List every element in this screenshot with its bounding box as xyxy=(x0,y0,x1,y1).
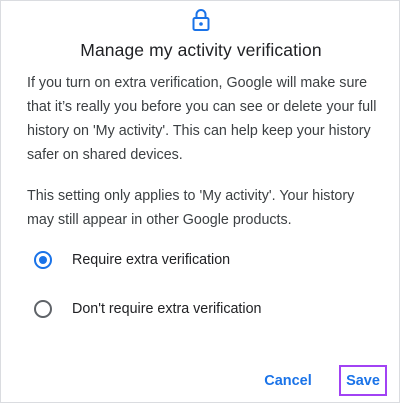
scope-paragraph: This setting only applies to 'My activit… xyxy=(27,188,355,228)
option-require-verification[interactable]: Require extra verification xyxy=(27,242,347,278)
description-paragraph: If you turn on extra verification, Googl… xyxy=(27,75,377,163)
save-button[interactable]: Save xyxy=(339,365,387,396)
radio-button-selected[interactable] xyxy=(34,251,52,269)
lock-icon xyxy=(192,9,210,31)
dialog-title: Manage my activity verification xyxy=(80,40,322,60)
option-label: Don't require extra verification xyxy=(72,301,262,317)
option-no-verification[interactable]: Don't require extra verification xyxy=(27,291,347,327)
dialog: Manage my activity verification If you t… xyxy=(0,0,400,403)
cancel-button[interactable]: Cancel xyxy=(259,367,317,395)
option-label: Require extra verification xyxy=(72,252,231,268)
radio-button-unselected[interactable] xyxy=(34,300,52,318)
